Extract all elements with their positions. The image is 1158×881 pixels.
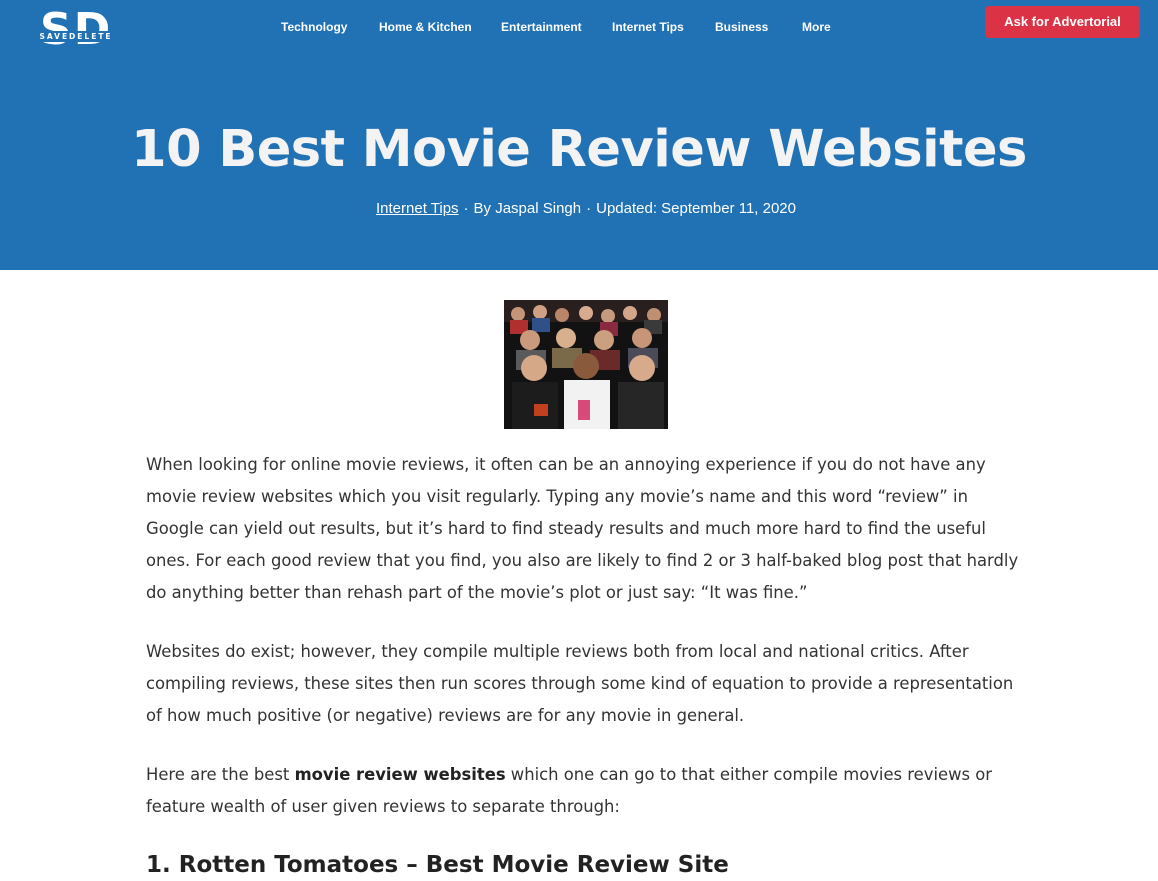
- logo-letters: SD: [40, 4, 113, 55]
- paragraph-aggregators: Websites do exist; however, they compile…: [146, 642, 1014, 725]
- meta-separator: ·: [586, 200, 592, 217]
- nav-item-entertainment[interactable]: Entertainment: [501, 18, 582, 36]
- category-link[interactable]: Internet Tips: [376, 200, 459, 217]
- paragraph-list-intro: Here are the best movie review websites …: [146, 759, 1026, 823]
- featured-image: [504, 300, 668, 429]
- paragraph-intro: When looking for online movie reviews, i…: [146, 455, 1019, 602]
- nav-item-technology[interactable]: Technology: [281, 18, 347, 36]
- section-heading-rotten-tomatoes: 1. Rotten Tomatoes – Best Movie Review S…: [146, 852, 729, 878]
- nav-item-internet-tips[interactable]: Internet Tips: [612, 18, 684, 36]
- nav-item-more[interactable]: More: [802, 18, 831, 36]
- list-intro-keyword: movie review websites: [294, 765, 506, 784]
- nav-item-business[interactable]: Business: [715, 18, 768, 36]
- page-title: 10 Best Movie Review Websites: [131, 120, 1027, 179]
- nav-item-home-kitchen[interactable]: Home & Kitchen: [379, 18, 472, 36]
- audience-photo: [504, 300, 668, 429]
- updated-date: Updated: September 11, 2020: [596, 200, 796, 217]
- post-meta: Internet Tips · By Jaspal Singh · Updated: S…: [0, 198, 1158, 220]
- logo-tagline: SAVEDELETE: [39, 32, 113, 41]
- meta-separator: ·: [463, 200, 469, 217]
- list-intro-before: Here are the best: [146, 765, 295, 784]
- ask-for-advertorial-button[interactable]: Ask for Advertorial: [985, 6, 1140, 38]
- article-body: When looking for online movie reviews, i…: [146, 449, 1026, 880]
- site-logo[interactable]: SD SAVEDELETE: [38, 4, 114, 60]
- author-byline: By Jaspal Singh: [473, 200, 582, 217]
- page-header: SD SAVEDELETE Technology Home & Kitchen …: [0, 0, 1158, 270]
